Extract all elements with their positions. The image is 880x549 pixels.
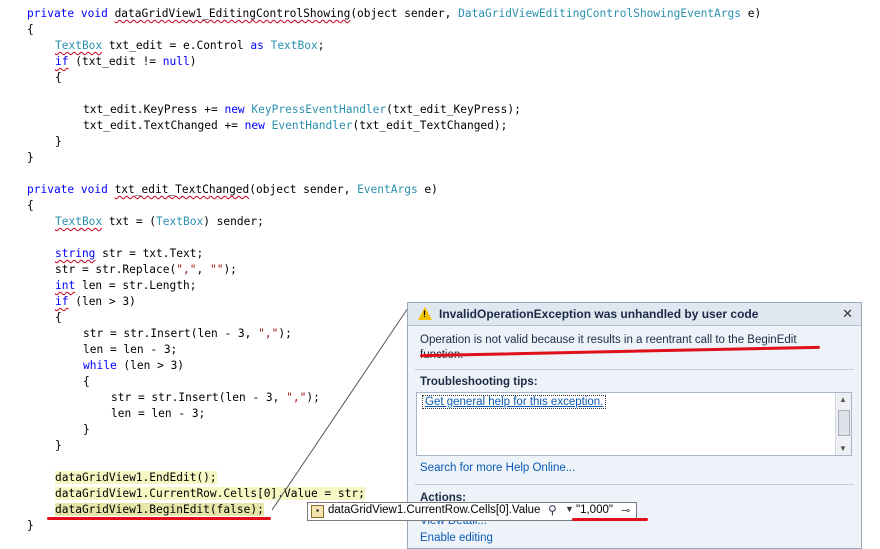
exception-title-bar: ! InvalidOperationException was unhandle… <box>408 303 861 326</box>
troubleshooting-heading: Troubleshooting tips: <box>420 376 538 388</box>
scroll-thumb[interactable] <box>838 410 850 436</box>
divider <box>415 484 854 485</box>
warning-icon-mark: ! <box>423 309 426 319</box>
troubleshooting-tips-list[interactable]: Get general help for this exception. ▲ ▼ <box>416 392 852 456</box>
scroll-up-icon[interactable]: ▲ <box>839 395 847 404</box>
pin-icon[interactable]: ⊸ <box>621 504 630 517</box>
chevron-down-icon[interactable]: ▼ <box>565 504 574 514</box>
annotation-underline <box>47 517 271 520</box>
general-help-link[interactable]: Get general help for this exception. <box>422 395 607 409</box>
divider <box>415 369 854 370</box>
enable-editing-link[interactable]: Enable editing <box>420 532 493 544</box>
annotation-underline <box>572 518 648 521</box>
tips-scrollbar[interactable]: ▲ ▼ <box>835 393 851 455</box>
magnifier-icon[interactable]: ⚲ <box>548 503 557 517</box>
data-tip-expression: dataGridView1.CurrentRow.Cells[0].Value <box>328 504 541 516</box>
data-tip-value[interactable]: "1,000" <box>576 504 613 516</box>
close-icon[interactable]: ✕ <box>842 306 853 322</box>
search-help-online-link[interactable]: Search for more Help Online... <box>420 462 575 474</box>
scroll-down-icon[interactable]: ▼ <box>839 444 847 453</box>
exception-title: InvalidOperationException was unhandled … <box>439 307 759 321</box>
property-icon: ▪ <box>311 505 324 518</box>
